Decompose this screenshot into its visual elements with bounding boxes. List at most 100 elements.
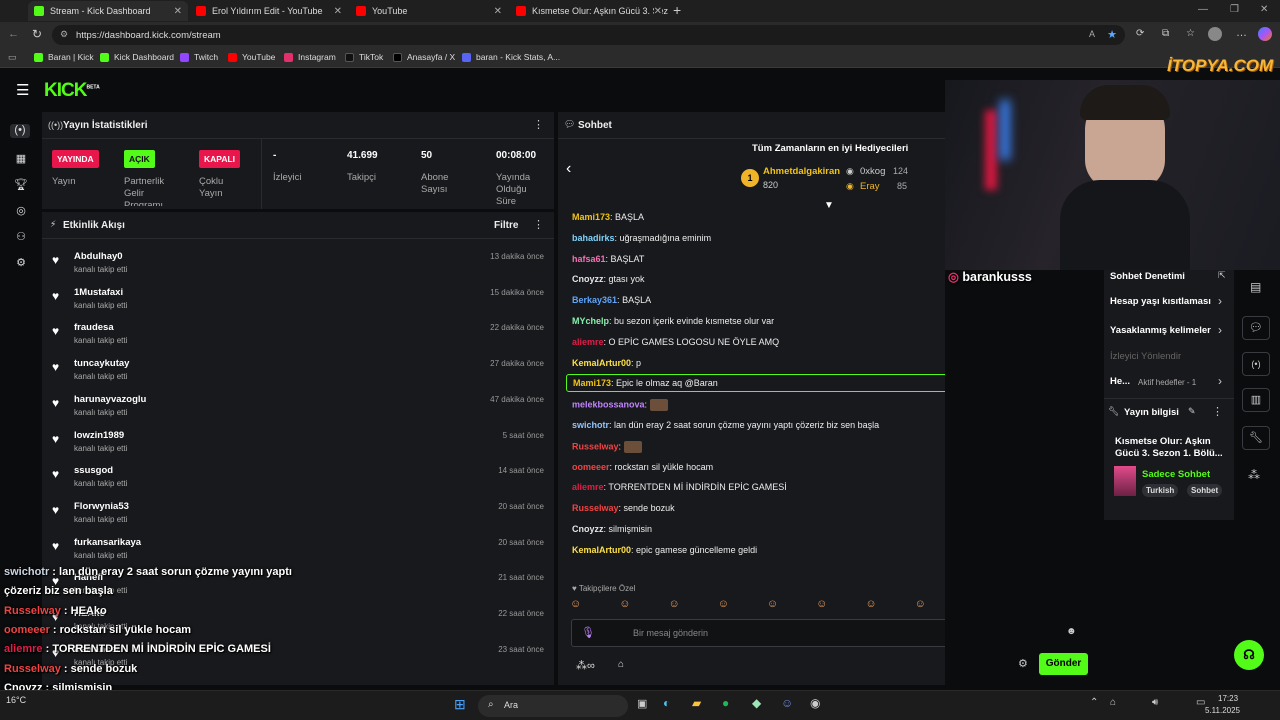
minimize-icon[interactable]: —: [1198, 4, 1208, 15]
more-menu-icon[interactable]: …: [1236, 27, 1247, 39]
event-row[interactable]: ♥ 1Mustafaxi kanalı takip etti 15 dakika ön…: [42, 284, 552, 320]
chat-username[interactable]: Mami173: [572, 212, 610, 222]
chat-message[interactable]: oomeeer: rockstarı sil yükle hocam: [572, 462, 713, 472]
split-screen-icon[interactable]: ⧉: [1162, 28, 1169, 39]
store-icon[interactable]: ⌂: [618, 659, 624, 670]
chat-message[interactable]: Cnoyzz: gtası yok: [572, 274, 645, 284]
weather-temp[interactable]: 16°C: [6, 695, 26, 705]
new-tab-icon[interactable]: +: [673, 2, 681, 18]
tag-turkish[interactable]: Turkish: [1142, 484, 1179, 497]
task-view-icon[interactable]: ▣: [637, 697, 647, 710]
chat-username[interactable]: Russelway: [572, 441, 619, 451]
event-row[interactable]: ♥ harunayvazoglu kanalı takip etti 47 dakik…: [42, 391, 552, 427]
tab-youtube[interactable]: YouTube ✕: [350, 1, 508, 21]
chat-moderation-label[interactable]: Sohbet Denetimi: [1110, 271, 1185, 282]
taskbar-search[interactable]: ⌕ Ara: [478, 695, 628, 717]
tab-actions-icon[interactable]: ▭: [8, 52, 17, 63]
chat-message[interactable]: Mami173: BAŞLA: [572, 212, 644, 222]
chat-message[interactable]: Russelway: sende bozuk: [572, 503, 675, 513]
event-username[interactable]: tuncaykutay: [74, 358, 129, 369]
goals-short-label[interactable]: He...: [1110, 376, 1130, 387]
community-nav-icon[interactable]: ⚇: [13, 230, 29, 244]
stats-more-icon[interactable]: ⋮: [533, 118, 544, 131]
event-username[interactable]: fraudesa: [74, 322, 114, 333]
category-name[interactable]: Sadece Sohbet: [1142, 469, 1210, 480]
event-username[interactable]: Abdulhay0: [74, 251, 123, 262]
event-username[interactable]: Florwynia53: [74, 501, 129, 512]
file-explorer-icon[interactable]: ▰: [692, 696, 701, 710]
tray-expand-icon[interactable]: ⌃: [1090, 697, 1098, 708]
category-thumbnail[interactable]: [1114, 466, 1136, 496]
camera-nav-icon[interactable]: ◎: [13, 204, 29, 218]
bookmark-twitch[interactable]: Twitch: [180, 52, 218, 62]
favorites-icon[interactable]: ☆: [1186, 28, 1195, 39]
chat-username[interactable]: Berkay361: [572, 295, 617, 305]
chat-message[interactable]: hafsa61: BAŞLAT: [572, 254, 644, 264]
event-row[interactable]: ♥ tuncaykutay kanalı takip etti 27 dakika ö…: [42, 355, 552, 391]
close-window-icon[interactable]: ✕: [1260, 4, 1268, 15]
chat-username[interactable]: Cnoyzz: [572, 274, 604, 284]
discord-icon[interactable]: ☺: [781, 696, 793, 710]
chat-username[interactable]: MYchelp: [572, 316, 609, 326]
chat-message[interactable]: swichotr: lan dün eray 2 saat sorun çözm…: [572, 420, 879, 430]
chat-username[interactable]: Russelway: [572, 503, 619, 513]
event-row[interactable]: ♥ furkansarikaya kanalı takip etti 20 saat …: [42, 534, 552, 570]
chat-username[interactable]: KemalArtur00: [572, 358, 631, 368]
event-username[interactable]: furkansarikaya: [74, 537, 141, 548]
chat-input[interactable]: 🎙︎ Bir mesaj gönderin: [571, 619, 945, 647]
windows-start-icon[interactable]: ⊞: [454, 696, 466, 713]
chevron-right-icon[interactable]: ›: [1218, 374, 1222, 388]
trophy-nav-icon[interactable]: 🏆︎: [13, 178, 29, 192]
bookmark-baran-kick[interactable]: Baran | Kick: [34, 52, 94, 62]
event-row[interactable]: ♥ Abdulhay0 kanalı takip etti 13 dakika önc…: [42, 248, 552, 284]
profile-avatar[interactable]: [1208, 27, 1222, 41]
stream-nav-icon[interactable]: (•): [10, 124, 30, 138]
document-icon[interactable]: ▤: [1250, 280, 1261, 294]
read-aloud-icon[interactable]: A: [1089, 29, 1095, 39]
points-icon[interactable]: ⁂∞: [576, 659, 595, 672]
tab-kismetse-olur[interactable]: Kısmetse Olur: Aşkın Gücü 3. Sez ✕: [510, 1, 668, 21]
chat-username[interactable]: oomeeer: [572, 462, 610, 472]
chat-username[interactable]: aliemre: [572, 482, 604, 492]
chat-username[interactable]: swichotr: [572, 420, 609, 430]
back-icon[interactable]: ←: [8, 28, 19, 40]
support-headset-icon[interactable]: ☊: [1234, 640, 1264, 670]
close-tab-icon[interactable]: ✕: [334, 6, 342, 17]
chevron-right-icon[interactable]: ›: [1218, 294, 1222, 308]
follower-emote-row[interactable]: ☺☺☺☺☺☺☺☺☺: [570, 598, 945, 614]
clock-date[interactable]: 5.11.2025: [1205, 706, 1240, 715]
banned-words[interactable]: Yasaklanmış kelimeler: [1110, 325, 1211, 336]
tab-youtube-edit[interactable]: Erol Yıldırım Edit - YouTube ✕: [190, 1, 348, 21]
event-row[interactable]: ♥ fraudesa kanalı takip etti 22 dakika önce: [42, 319, 552, 355]
event-username[interactable]: ssusgod: [74, 465, 113, 476]
chat-message[interactable]: aliemre: TORRENTDEN Mİ İNDİRDİN EPİC GAM…: [572, 482, 787, 492]
account-age-restriction[interactable]: Hesap yaşı kısıtlaması: [1110, 296, 1211, 307]
settings-nav-icon[interactable]: ⚙: [13, 256, 29, 270]
chat-username[interactable]: bahadirks: [572, 233, 615, 243]
microphone-icon[interactable]: 🎙︎: [581, 626, 595, 639]
send-button[interactable]: Gönder: [1039, 653, 1088, 675]
bookmark-kick-dashboard[interactable]: Kick Dashboard: [100, 52, 174, 62]
chat-username[interactable]: melekbossanova: [572, 400, 645, 410]
event-row[interactable]: ♥ lowzin1989 kanalı takip etti 5 saat önce: [42, 427, 552, 463]
chat-username[interactable]: Cnoyzz: [572, 524, 604, 534]
reload-icon[interactable]: ↻: [32, 27, 42, 41]
clock-time[interactable]: 17:23: [1218, 694, 1238, 703]
kick-logo[interactable]: KICKBETA: [44, 80, 100, 102]
feed-more-icon[interactable]: ⋮: [533, 218, 544, 231]
tools-icon[interactable]: 🔧︎: [1242, 426, 1270, 450]
hamburger-menu-icon[interactable]: ☰: [16, 81, 29, 99]
chat-message[interactable]: bahadirks: uğraşmadığına eminim: [572, 233, 711, 243]
broadcast-icon[interactable]: (•): [1242, 352, 1270, 376]
url-field[interactable]: ⚙ https://dashboard.kick.com/stream A ★: [52, 25, 1125, 45]
edge-icon[interactable]: ◐: [663, 696, 670, 710]
event-row[interactable]: ♥ ssusgod kanalı takip etti 14 saat önce: [42, 462, 552, 498]
obs-icon[interactable]: ◉: [810, 696, 820, 710]
close-tab-icon[interactable]: ✕: [174, 6, 182, 17]
chat-username[interactable]: hafsa61: [572, 254, 606, 264]
chat-message[interactable]: Mami173: Epic le olmaz aq @Baran: [566, 374, 945, 393]
chat-username[interactable]: Mami173: [573, 378, 611, 388]
filter-button[interactable]: Filtre: [494, 220, 518, 231]
tag-sohbet[interactable]: Sohbet: [1187, 484, 1223, 497]
favorite-star-icon[interactable]: ★: [1107, 28, 1117, 41]
